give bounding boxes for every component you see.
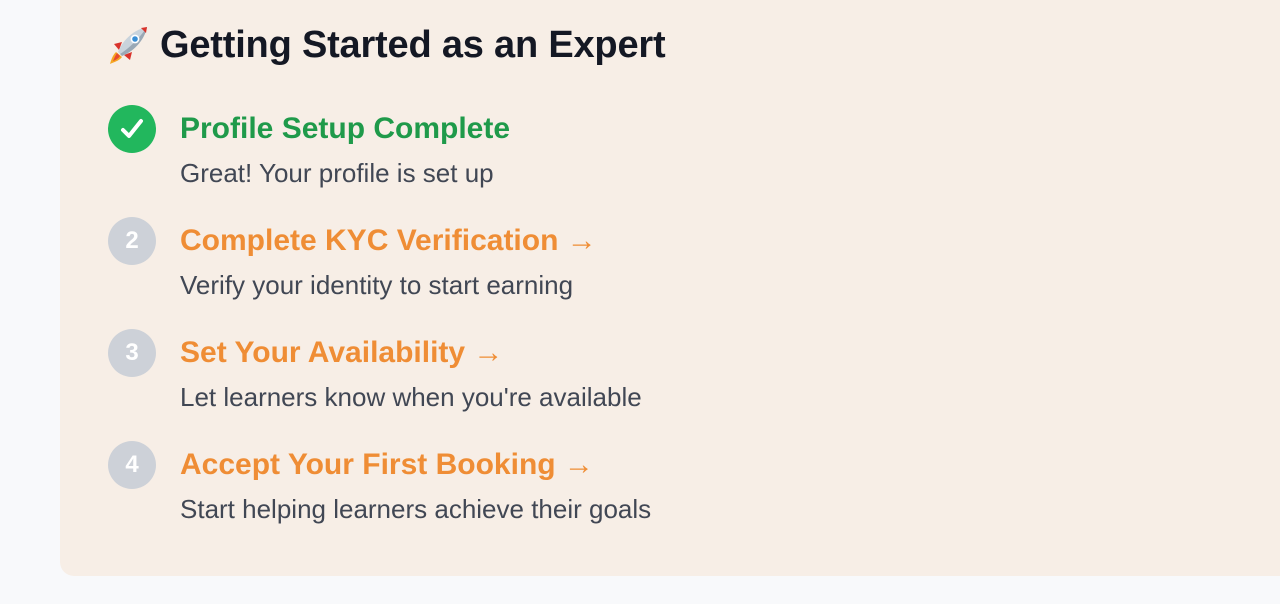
first-booking-link[interactable]: Accept Your First Booking →	[180, 446, 594, 484]
step-description: Let learners know when you're available	[180, 382, 642, 412]
step-number-badge: 3	[108, 329, 156, 377]
checkmark-icon	[108, 105, 156, 153]
rocket-icon	[108, 24, 150, 66]
getting-started-header: Getting Started as an Expert	[108, 22, 666, 68]
kyc-verification-link[interactable]: Complete KYC Verification →	[180, 222, 597, 260]
set-availability-link[interactable]: Set Your Availability →	[180, 334, 503, 372]
step-first-booking: 4 Accept Your First Booking → Start help…	[108, 441, 1008, 541]
step-title: Profile Setup Complete	[180, 112, 511, 145]
step-number-badge: 4	[108, 441, 156, 489]
step-number-badge: 2	[108, 217, 156, 265]
step-description: Start helping learners achieve their goa…	[180, 494, 652, 524]
page-title: Getting Started as an Expert	[160, 23, 666, 66]
step-set-availability: 3 Set Your Availability → Let learners k…	[108, 329, 1008, 429]
step-kyc-verification: 2 Complete KYC Verification → Verify you…	[108, 217, 1008, 317]
step-profile-setup: Profile Setup Complete Great! Your profi…	[108, 105, 1008, 205]
step-description: Great! Your profile is set up	[180, 158, 494, 188]
step-description: Verify your identity to start earning	[180, 270, 574, 300]
